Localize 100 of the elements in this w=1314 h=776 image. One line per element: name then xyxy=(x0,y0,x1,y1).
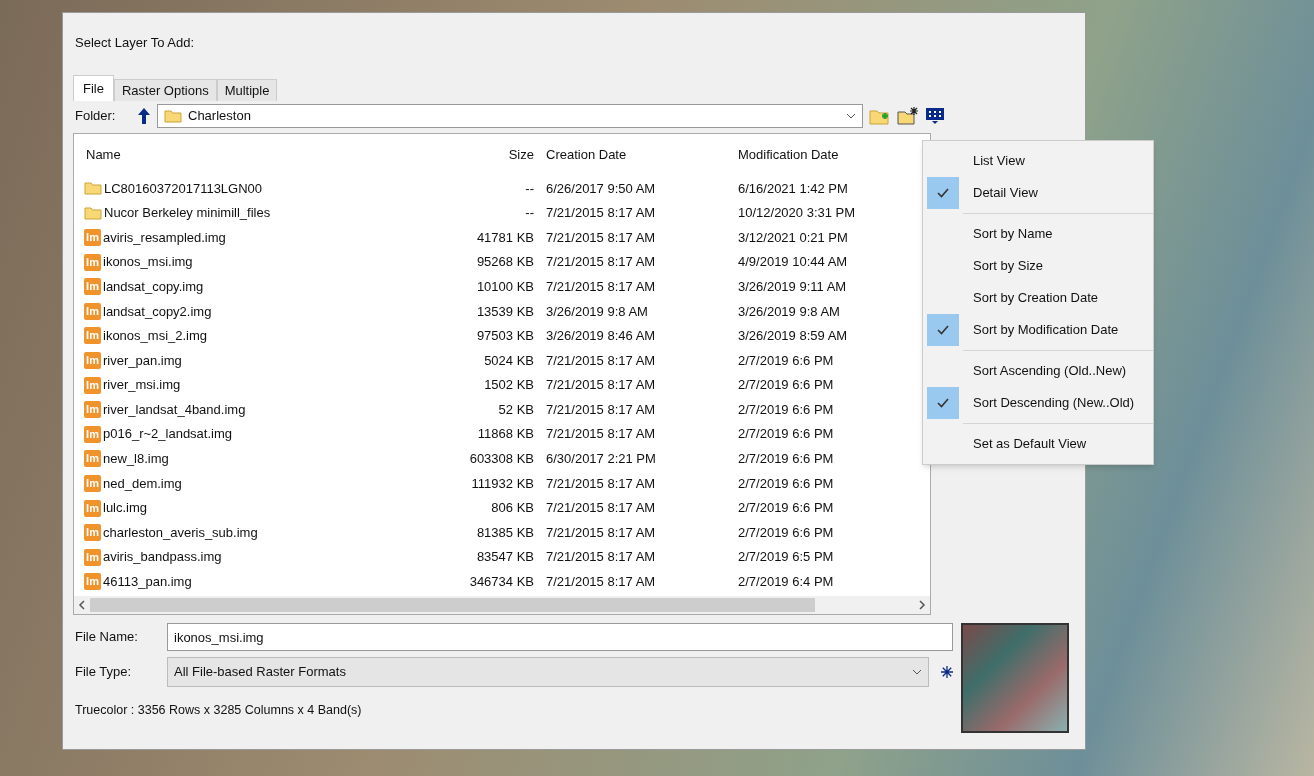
chevron-left-icon[interactable] xyxy=(78,600,86,610)
tab[interactable]: Raster Options xyxy=(113,79,217,101)
image-file-icon: Im xyxy=(84,425,101,443)
image-file-icon: Im xyxy=(84,278,101,296)
menu-item[interactable]: List View xyxy=(923,145,1153,177)
file-size: 97503 KB xyxy=(475,327,535,346)
creation-date: 7/21/2015 8:17 AM xyxy=(545,573,657,592)
creation-date: 7/21/2015 8:17 AM xyxy=(545,277,657,296)
modification-date: 2/7/2019 6:5 PM xyxy=(737,548,835,567)
image-file-icon: Im xyxy=(84,573,101,591)
modification-date: 2/7/2019 6:6 PM xyxy=(737,351,835,370)
creation-date: 7/21/2015 8:17 AM xyxy=(545,400,657,419)
column-header[interactable]: Size xyxy=(430,145,540,165)
modification-date: 2/7/2019 6:6 PM xyxy=(737,400,835,419)
folder-icon xyxy=(84,205,102,220)
column-header[interactable]: Name xyxy=(74,145,430,165)
tab[interactable]: File xyxy=(73,75,114,101)
creation-date: 7/21/2015 8:17 AM xyxy=(545,425,657,444)
menu-item[interactable]: Sort by Name xyxy=(923,218,1153,250)
menu-item[interactable]: Sort by Creation Date xyxy=(923,282,1153,314)
view-options-icon[interactable] xyxy=(925,107,945,125)
image-file-icon: Im xyxy=(84,474,101,492)
file-type-dropdown[interactable]: All File-based Raster Formats xyxy=(167,657,929,687)
file-size: 603308 KB xyxy=(468,450,535,469)
file-size: 11868 KB xyxy=(476,425,535,444)
menu-item[interactable]: Sort by Modification Date xyxy=(923,314,1153,346)
file-size: -- xyxy=(524,204,535,223)
horizontal-scrollbar[interactable] xyxy=(74,596,930,614)
menu-item[interactable]: Detail View xyxy=(923,177,1153,209)
scrollbar-thumb[interactable] xyxy=(90,598,816,612)
creation-date: 6/26/2017 9:50 AM xyxy=(545,179,657,198)
file-type-label: File Type: xyxy=(74,663,133,682)
menu-item[interactable]: Set as Default View xyxy=(923,428,1153,460)
image-file-icon: Im xyxy=(84,351,101,369)
modification-date: 2/7/2019 6:4 PM xyxy=(737,573,835,592)
modification-date: 3/26/2019 9:8 AM xyxy=(737,302,841,321)
menu-item[interactable]: Sort by Size xyxy=(923,250,1153,282)
folder-dropdown[interactable]: Charleston xyxy=(157,104,863,128)
modification-date: 2/7/2019 6:6 PM xyxy=(737,499,835,518)
modification-date: 3/12/2021 0:21 PM xyxy=(737,228,849,247)
file-size: 111932 KB xyxy=(470,474,535,493)
file-name: aviris_resampled.img xyxy=(103,228,226,247)
file-name: lulc.img xyxy=(103,499,148,518)
folder-icon xyxy=(164,109,182,123)
file-row[interactable]: Im aviris_bandpass.img 83547 KB 7/21/2015 8:17 AM 2/7/2019 6:5 PM xyxy=(74,544,930,570)
file-name: aviris_bandpass.img xyxy=(103,548,222,567)
file-row[interactable]: Im 46113_pan.img 346734 KB 7/21/2015 8:17 AM 2/7/2019 6:4 PM xyxy=(74,569,930,595)
file-name: charleston_averis_sub.img xyxy=(103,523,258,542)
image-file-icon: Im xyxy=(84,548,101,566)
file-name: LC80160372017113LGN00 xyxy=(104,179,263,198)
menu-item[interactable]: Sort Ascending (Old..New) xyxy=(923,355,1153,387)
chevron-down-icon xyxy=(912,669,922,675)
file-name: river_msi.img xyxy=(103,376,181,395)
file-name: new_l8.img xyxy=(103,450,169,469)
creation-date: 3/26/2019 8:46 AM xyxy=(545,327,657,346)
file-row[interactable]: Im charleston_averis_sub.img 81385 KB 7/21/2015 8:17 AM 2/7/2019 6:6 PM xyxy=(74,520,930,545)
chevron-right-icon[interactable] xyxy=(918,600,926,610)
file-size: 1502 KB xyxy=(483,376,535,395)
chevron-down-icon xyxy=(846,113,856,119)
modification-date: 2/7/2019 6:6 PM xyxy=(737,474,835,493)
modification-date: 3/26/2019 8:59 AM xyxy=(737,327,849,346)
modification-date: 2/7/2019 6:6 PM xyxy=(737,425,835,444)
creation-date: 3/26/2019 9:8 AM xyxy=(545,302,649,321)
up-arrow-icon[interactable] xyxy=(137,107,151,125)
file-size: 81385 KB xyxy=(475,523,535,542)
menu-item[interactable]: Sort Descending (New..Old) xyxy=(923,387,1153,419)
creation-date: 7/21/2015 8:17 AM xyxy=(545,204,657,223)
file-name-field[interactable]: ikonos_msi.img xyxy=(167,623,953,651)
creation-date: 7/21/2015 8:17 AM xyxy=(545,523,657,542)
modification-date: 6/16/2021 1:42 PM xyxy=(737,179,849,198)
file-size: 83547 KB xyxy=(475,548,535,567)
file-row[interactable]: Im lulc.img 806 KB 7/21/2015 8:17 AM 2/7/2019 6:6 PM xyxy=(74,495,930,521)
column-header[interactable]: Creation Date xyxy=(540,145,734,165)
modification-date: 10/12/2020 3:31 PM xyxy=(737,204,857,223)
file-size: 41781 KB xyxy=(475,228,535,247)
column-header[interactable]: Modification Date xyxy=(734,145,904,165)
folder-star-icon[interactable] xyxy=(897,106,919,126)
file-name: landsat_copy2.img xyxy=(103,302,212,321)
file-name: ikonos_msi.img xyxy=(103,253,193,272)
dialog-title: Select Layer To Add: xyxy=(74,34,195,53)
creation-date: 7/21/2015 8:17 AM xyxy=(545,351,657,370)
image-info: Truecolor : 3356 Rows x 3285 Columns x 4 Band(s) xyxy=(74,701,363,719)
image-file-icon: Im xyxy=(84,229,101,246)
file-row[interactable]: Im ned_dem.img 111932 KB 7/21/2015 8:17 AM 2/7/2019 6:6 PM xyxy=(74,471,930,496)
file-name: ikonos_msi_2.img xyxy=(103,327,208,346)
creation-date: 7/21/2015 8:17 AM xyxy=(545,474,657,493)
creation-date: 7/21/2015 8:17 AM xyxy=(545,499,657,518)
modification-date: 4/9/2019 10:44 AM xyxy=(737,253,849,272)
modification-date: 2/7/2019 6:6 PM xyxy=(737,450,835,469)
image-file-icon: Im xyxy=(84,401,101,419)
file-name: ned_dem.img xyxy=(103,474,182,493)
modification-date: 2/7/2019 6:6 PM xyxy=(737,376,835,395)
image-file-icon: Im xyxy=(84,376,101,394)
image-file-icon: Im xyxy=(84,524,101,542)
tab[interactable]: Multiple xyxy=(216,79,278,101)
file-name: Nucor Berkeley minimill_files xyxy=(104,204,271,223)
file-size: 346734 KB xyxy=(468,573,535,592)
creation-date: 7/21/2015 8:17 AM xyxy=(545,253,657,272)
folder-icon xyxy=(84,181,102,196)
asterisk-icon[interactable] xyxy=(941,666,953,678)
